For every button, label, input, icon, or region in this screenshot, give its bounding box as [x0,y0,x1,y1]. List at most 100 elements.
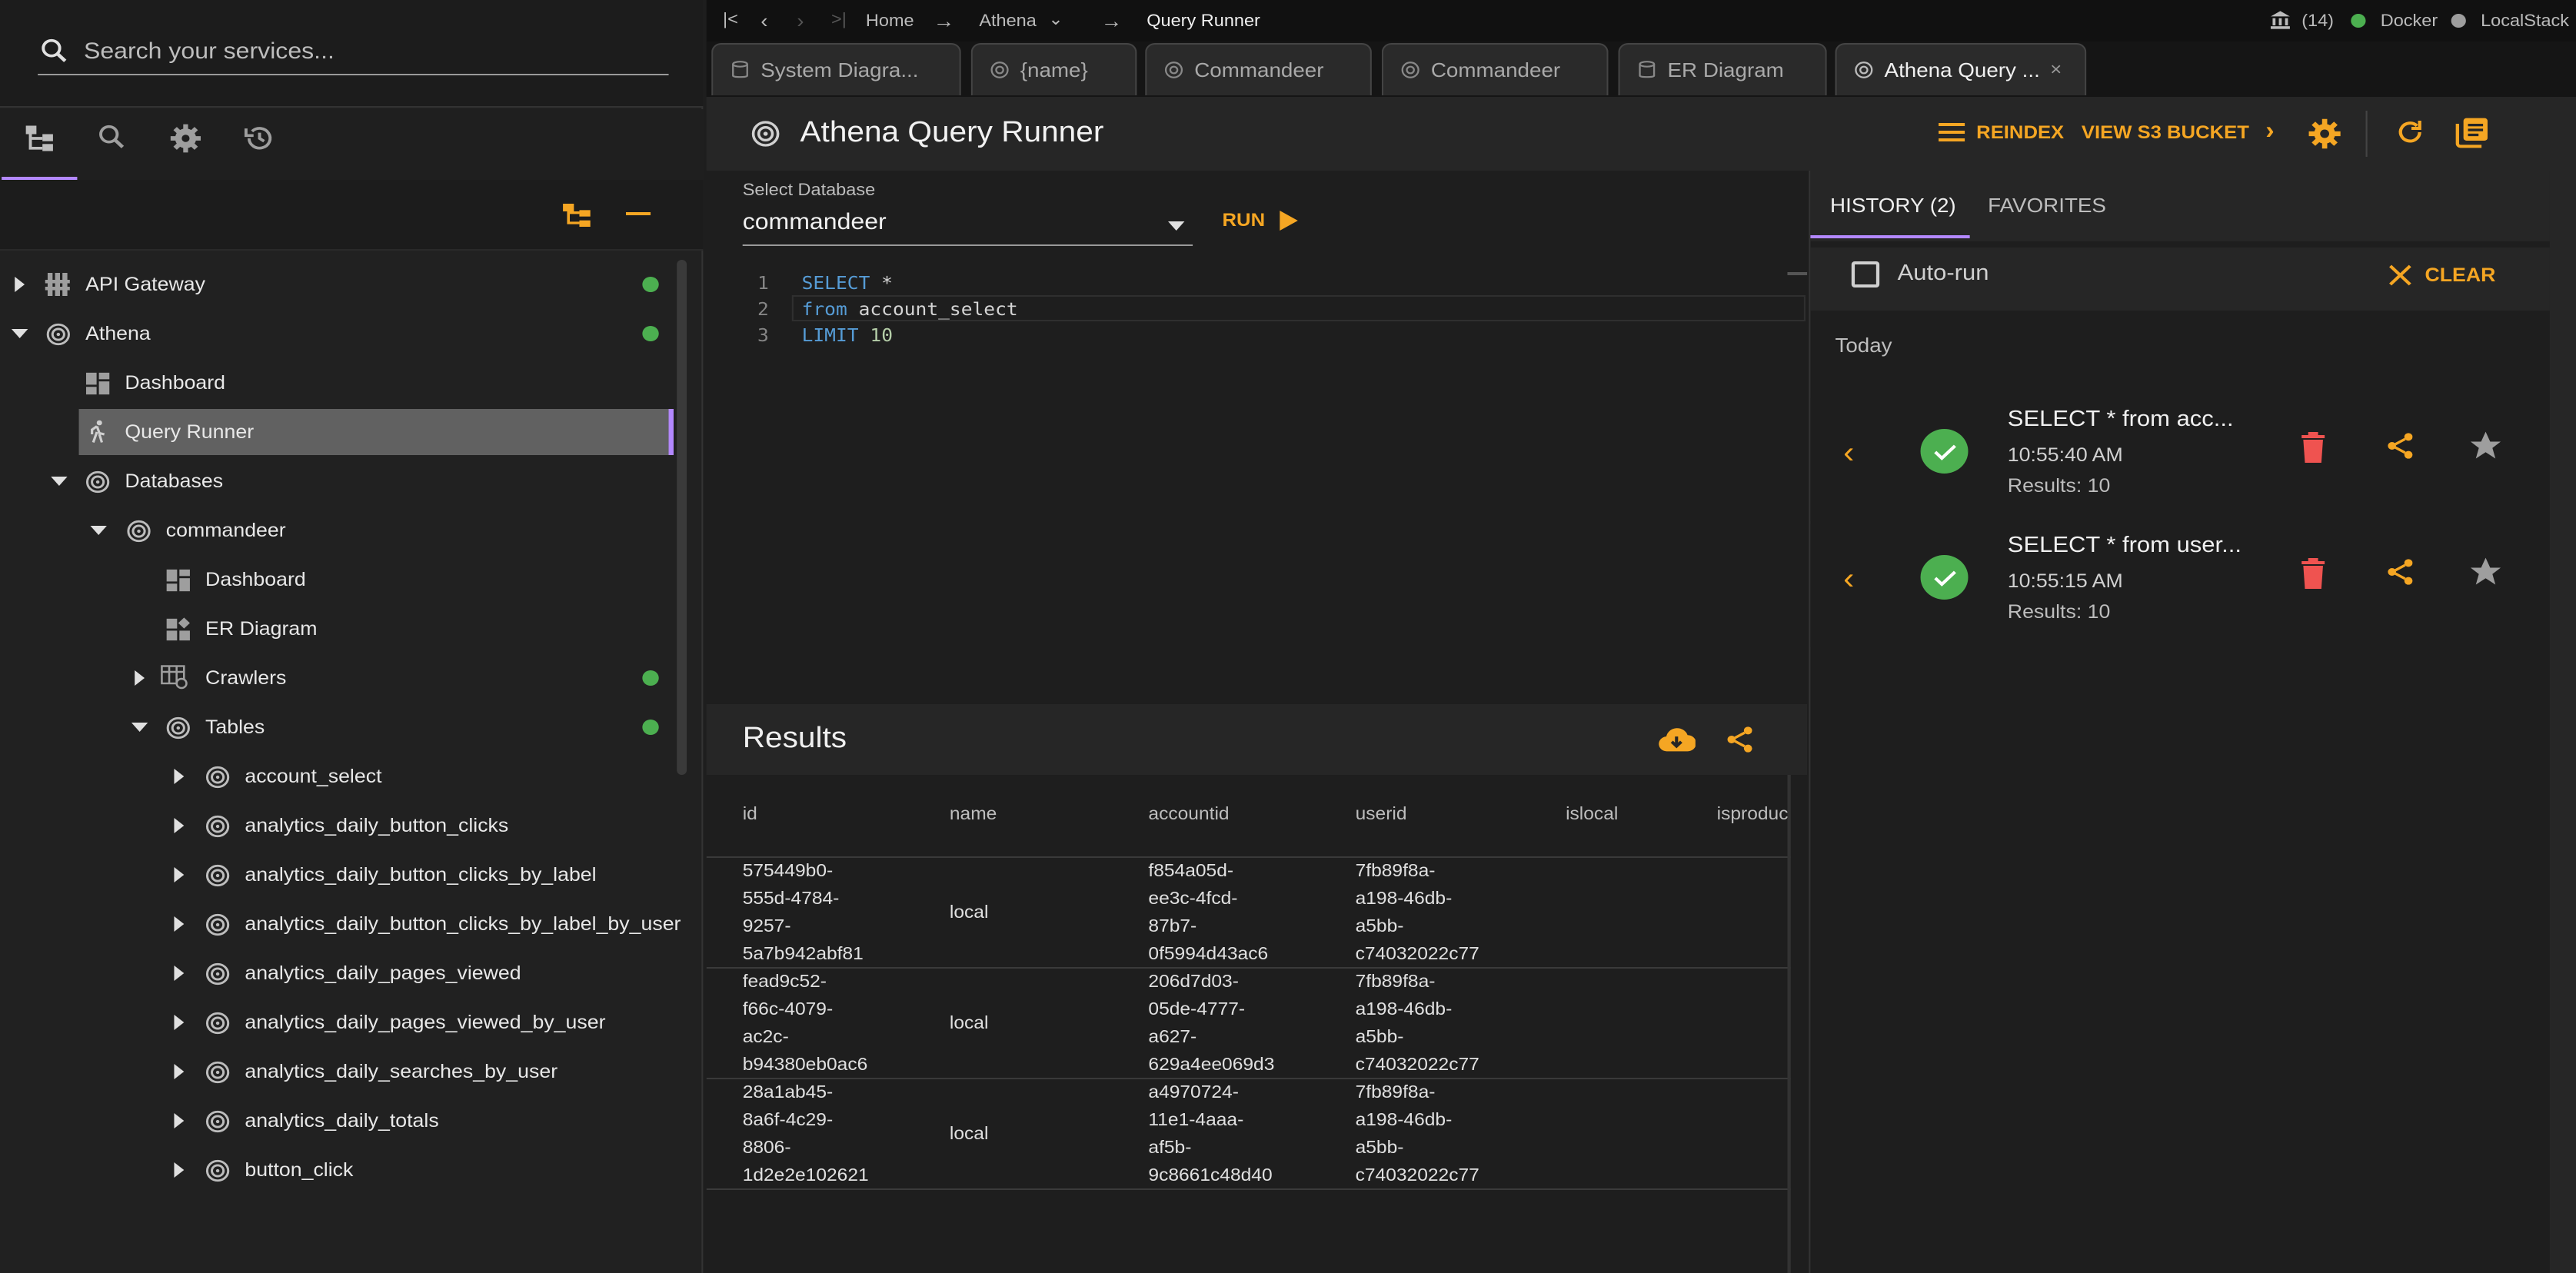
refresh-icon[interactable] [2394,117,2427,148]
tree-item-crawlers[interactable]: Crawlers [0,653,677,703]
database-icon [730,60,751,80]
cell-text: af5b- [1148,1139,1192,1158]
chevron-left-icon[interactable]: ‹ [1843,437,1854,472]
tree-item-table[interactable]: analytics_daily_button_clicks_by_label [0,850,677,899]
history-item[interactable]: ‹ SELECT * from acc... 10:55:40 AM Resul… [1810,398,2550,521]
forward-icon[interactable]: › [797,9,804,32]
tree-label: Crawlers [205,667,287,689]
tree-item-db-dashboard[interactable]: Dashboard [0,555,677,604]
tab-search[interactable] [74,121,149,180]
code-editor[interactable]: 1 SELECT * 2 from account_select 3 LIMIT… [707,272,1808,704]
tab-commandeer-1[interactable]: Commandeer [1145,43,1372,95]
tree-item-table[interactable]: account_select [0,752,677,801]
star-icon[interactable] [2468,429,2504,463]
tree-label: Athena [85,323,151,344]
cell-text: 7fb89f8a- [1355,973,1436,992]
success-check-icon [1920,429,1969,474]
breadcrumb-home[interactable]: Home [866,12,914,31]
collapse-icon[interactable] [625,212,651,215]
column-header[interactable]: isproduc [1717,806,1789,824]
database-select[interactable]: commandeer [742,204,1193,246]
tab-commandeer-2[interactable]: Commandeer [1381,43,1609,95]
arrow-right-icon: → [933,9,955,32]
athena-icon [163,713,192,741]
breadcrumb-service[interactable]: Athena [979,12,1037,31]
tree-item-table[interactable]: analytics_daily_pages_viewed [0,949,677,998]
tree-item-table[interactable]: analytics_daily_button_clicks_by_label_b… [0,899,681,949]
tree-item-table[interactable]: analytics_daily_searches_by_user [0,1047,677,1096]
delete-icon[interactable] [2300,558,2326,589]
service-search-input[interactable]: Search your services... [38,28,669,75]
results-scrollbar[interactable] [1787,775,1791,1273]
tree-item-tables[interactable]: Tables [0,703,677,752]
column-header[interactable]: id [743,806,757,824]
history-group-label: Today [1835,334,1892,357]
athena-icon [202,812,231,839]
tree-item-databases[interactable]: Databases [0,457,677,506]
tree-item-table[interactable]: analytics_daily_totals [0,1096,677,1145]
tree-item-dashboard[interactable]: Dashboard [0,358,677,407]
column-header[interactable]: islocal [1566,806,1618,824]
athena-icon [82,467,111,495]
reindex-button[interactable]: REINDEX [1939,121,2064,143]
tree-item-api-gateway[interactable]: API Gateway [0,260,677,309]
tab-system-diagram[interactable]: System Diagra... [711,43,961,95]
localstack-label[interactable]: LocalStack [2481,12,2569,31]
history-time: 10:55:15 AM [2007,570,2123,592]
star-icon[interactable] [2468,555,2504,589]
share-icon[interactable] [2384,430,2417,461]
autorun-checkbox[interactable] [1851,261,1880,288]
column-header[interactable]: accountid [1148,806,1229,824]
tab-history[interactable]: HISTORY (2) [1830,194,1956,217]
tab-settings[interactable] [148,121,223,180]
tab-tree[interactable] [2,121,78,180]
tree-item-query-runner[interactable]: Query Runner [0,407,677,457]
tab-athena-query-runner[interactable]: Athena Query ... × [1835,43,2087,95]
docker-status-dot [2351,14,2366,28]
settings-gear-icon[interactable] [2307,117,2343,151]
expand-tree-button[interactable] [561,200,594,231]
share-icon[interactable] [2384,557,2417,587]
tab-name[interactable]: {name} [970,43,1137,95]
cell-userid: 7fb89f8a-a198-46db-a5bb-c74032022c77 [1356,969,1479,1079]
tree-item-er-diagram[interactable]: ER Diagram [0,604,677,653]
last-page-icon[interactable]: >| [831,11,847,29]
tab-label: {name} [1020,58,1088,81]
chevron-left-icon[interactable]: ‹ [1843,563,1854,598]
back-icon[interactable]: ‹ [760,9,767,32]
history-query: SELECT * from acc... [2007,407,2234,432]
tab-history[interactable] [221,121,297,180]
tree-label: Databases [125,470,224,492]
tree-item-commandeer[interactable]: commandeer [0,506,677,555]
tree-item-table[interactable]: button_click [0,1145,677,1195]
sidebar-tabs [0,109,704,180]
run-button[interactable]: RUN [1223,209,1298,231]
chevron-down-icon[interactable]: ⌄ [1048,9,1063,29]
delete-icon[interactable] [2300,432,2326,463]
close-icon[interactable]: × [2050,58,2062,80]
library-books-icon[interactable] [2455,115,2491,149]
cell-text: 11e1-4aaa- [1148,1112,1244,1130]
history-scroll-area [2549,171,2576,1273]
tree-item-table[interactable]: analytics_daily_button_clicks [0,801,677,850]
cell-text: 7fb89f8a- [1355,1084,1436,1102]
page-header: Athena Query Runner REINDEX VIEW S3 BUCK… [706,97,2576,171]
cloud-download-icon[interactable] [1658,724,1696,755]
column-header[interactable]: name [950,806,997,824]
tree-item-table[interactable]: analytics_daily_pages_viewed_by_user [0,998,677,1047]
history-item[interactable]: ‹ SELECT * from user... 10:55:15 AM Resu… [1810,524,2550,647]
athena-icon [749,118,782,149]
view-s3-bucket-button[interactable]: VIEW S3 BUCKET › [2082,119,2275,144]
tree-label: analytics_daily_button_clicks_by_label_b… [245,913,681,935]
column-header[interactable]: userid [1356,806,1407,824]
tree-item-athena[interactable]: Athena [0,309,677,358]
share-icon[interactable] [1723,724,1756,755]
docker-label[interactable]: Docker [2381,12,2438,31]
clear-button[interactable]: CLEAR [2388,264,2495,286]
sidebar-scrollbar[interactable] [677,260,687,775]
tab-favorites[interactable]: FAVORITES [1988,194,2106,217]
autorun-bar: Auto-run CLEAR [1810,248,2550,311]
tab-er-diagram[interactable]: ER Diagram [1618,43,1827,95]
first-page-icon[interactable]: |< [723,11,738,29]
select-database-label: Select Database [742,181,876,200]
